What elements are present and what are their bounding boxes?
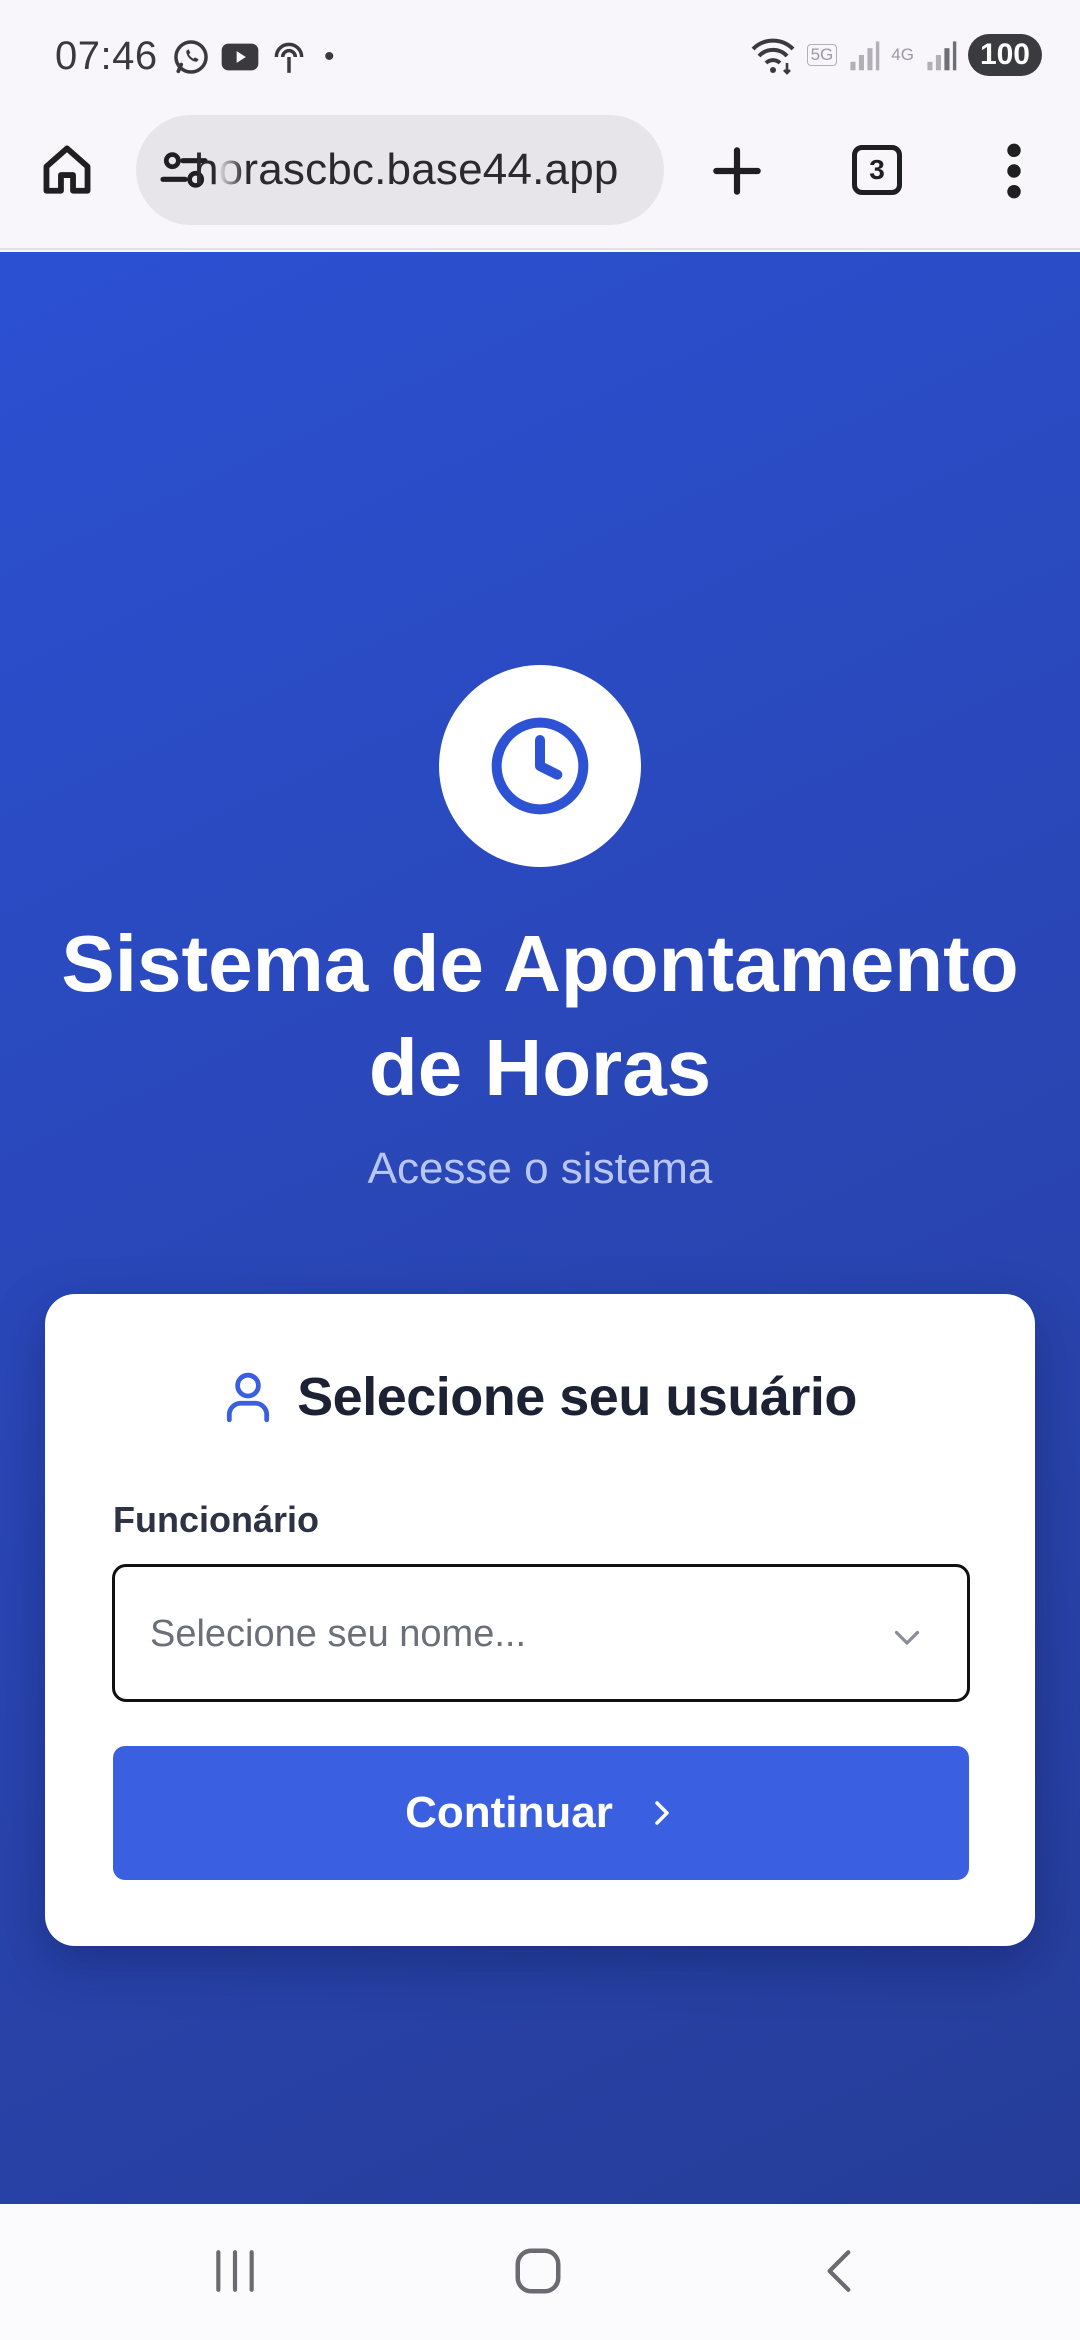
- wifi-icon: [751, 38, 794, 75]
- continue-button[interactable]: Continuar: [113, 1746, 969, 1880]
- url-text[interactable]: horascbc.base44.app: [194, 145, 619, 195]
- clock-icon: [491, 717, 589, 815]
- signal-icon: [850, 41, 880, 71]
- youtube-icon: [221, 43, 259, 71]
- page-subtitle: Acesse o sistema: [367, 1144, 713, 1193]
- status-right: 5G 4G 100: [749, 34, 1042, 76]
- nav-home-icon[interactable]: [511, 2244, 565, 2298]
- login-card: Selecione seu usuário Funcionário Seleci…: [45, 1294, 1035, 1946]
- card-title: Selecione seu usuário: [297, 1367, 857, 1427]
- select-placeholder: Selecione seu nome...: [150, 1613, 527, 1655]
- browser-toolbar: horascbc.base44.app 3: [0, 115, 1080, 250]
- employee-field-label: Funcionário: [113, 1499, 319, 1540]
- whatsapp-icon: [174, 40, 208, 74]
- chevron-right-icon: [655, 1801, 669, 1825]
- login-page: Sistema de Apontamento de Horas Acesse o…: [0, 252, 1080, 2204]
- page-title: Sistema de Apontamento de Horas: [61, 919, 1019, 1112]
- home-icon[interactable]: [38, 140, 96, 198]
- chevron-down-icon: [894, 1630, 920, 1645]
- address-bar[interactable]: horascbc.base44.app: [136, 115, 664, 225]
- card-header: Selecione seu usuário: [45, 1362, 1035, 1432]
- hotspot-icon: [274, 42, 304, 73]
- employee-select[interactable]: Selecione seu nome...: [112, 1564, 970, 1702]
- plus-icon[interactable]: [706, 140, 768, 202]
- notification-dot: •: [324, 40, 335, 73]
- url-fade: [218, 125, 244, 215]
- status-time: 07:46: [55, 34, 158, 78]
- system-navigation-bar: [0, 2204, 1080, 2340]
- back-icon[interactable]: [815, 2244, 865, 2298]
- more-vert-icon[interactable]: [1000, 140, 1028, 202]
- continue-label: Continuar: [405, 1788, 613, 1837]
- status-bar: 07:46 • 5G 4G 100: [0, 0, 1080, 115]
- logo-circle: [439, 665, 641, 867]
- network-5g-label: 5G: [806, 44, 838, 66]
- recent-apps-icon[interactable]: [210, 2246, 260, 2296]
- user-icon: [227, 1372, 270, 1423]
- tab-switcher-button[interactable]: 3: [852, 145, 902, 195]
- battery-indicator: 100: [967, 34, 1042, 76]
- signal-icon: [927, 41, 957, 71]
- network-4g-label: 4G: [891, 45, 914, 64]
- status-app-icons: •: [172, 38, 335, 76]
